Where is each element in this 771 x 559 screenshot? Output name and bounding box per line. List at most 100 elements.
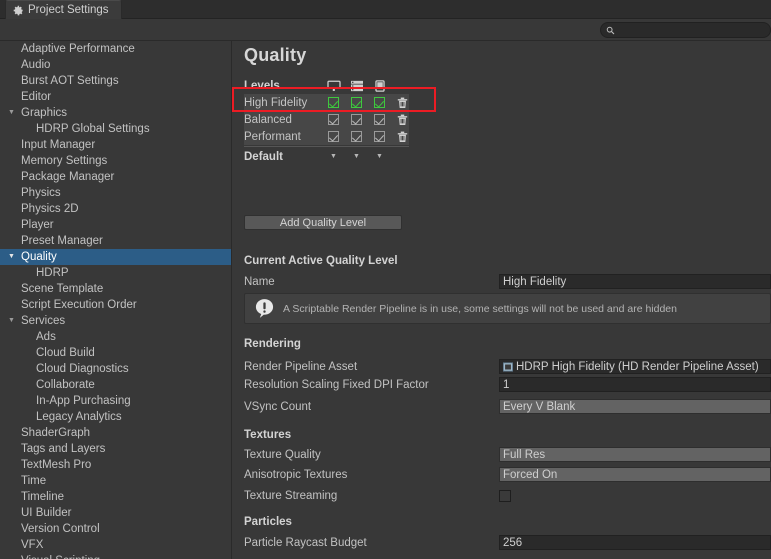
vsync-count-dropdown[interactable]: Every V Blank	[499, 399, 771, 414]
notice-text: A Scriptable Render Pipeline is in use, …	[283, 302, 677, 315]
anisotropic-textures-dropdown[interactable]: Forced On	[499, 467, 771, 482]
warning-exclamation-icon	[254, 298, 275, 319]
desktop-monitor-icon[interactable]	[322, 80, 345, 92]
server-rack-icon[interactable]	[345, 80, 368, 92]
checkbox-glyph	[351, 97, 362, 108]
sidebar-item-input-manager[interactable]: Input Manager	[0, 137, 231, 153]
mobile-device-icon[interactable]	[368, 79, 391, 92]
sidebar-item-package-manager[interactable]: Package Manager	[0, 169, 231, 185]
sidebar-item-ads[interactable]: Ads	[0, 329, 231, 345]
sidebar-item-cloud-diagnostics[interactable]: Cloud Diagnostics	[0, 361, 231, 377]
vsync-count-row: VSync Count Every V Blank	[244, 398, 771, 415]
sidebar-item-time[interactable]: Time	[0, 473, 231, 489]
render-pipeline-asset-value: HDRP High Fidelity (HD Render Pipeline A…	[516, 360, 759, 373]
dpi-factor-input[interactable]: 1	[499, 377, 771, 392]
texture-streaming-checkbox[interactable]	[499, 489, 511, 502]
sidebar-item-preset-manager[interactable]: Preset Manager	[0, 233, 231, 249]
sidebar-item-hdrp[interactable]: HDRP	[0, 265, 231, 281]
sidebar-item-version-control[interactable]: Version Control	[0, 521, 231, 537]
quality-level-platform-checkbox[interactable]	[368, 97, 391, 108]
quality-level-name: Performant	[244, 130, 301, 143]
chevron-down-icon[interactable]: ▼	[6, 249, 17, 265]
sidebar-item-label: Graphics	[21, 107, 68, 119]
chevron-down-icon[interactable]: ▼	[6, 105, 17, 121]
search-toolbar	[0, 19, 771, 41]
render-pipeline-asset-field[interactable]: HDRP High Fidelity (HD Render Pipeline A…	[499, 359, 771, 374]
sidebar-item-timeline[interactable]: Timeline	[0, 489, 231, 505]
search-field-container[interactable]	[600, 22, 771, 38]
sidebar-item-editor[interactable]: Editor	[0, 89, 231, 105]
sidebar-item-player[interactable]: Player	[0, 217, 231, 233]
sidebar-item-label: Preset Manager	[21, 235, 103, 247]
chevron-down-icon[interactable]: ▼	[6, 313, 17, 329]
checkbox-glyph	[374, 114, 385, 125]
sidebar-item-ui-builder[interactable]: UI Builder	[0, 505, 231, 521]
sidebar-item-services[interactable]: ▼ Services	[0, 313, 231, 329]
sidebar-item-hdrp-global-settings[interactable]: HDRP Global Settings	[0, 121, 231, 137]
sidebar-item-quality[interactable]: ▼ Quality	[0, 249, 231, 265]
sidebar-item-visual-scripting[interactable]: Visual Scripting	[0, 553, 231, 559]
sidebar-item-scene-template[interactable]: Scene Template	[0, 281, 231, 297]
quality-level-platform-checkbox[interactable]	[368, 131, 391, 142]
sidebar-item-memory-settings[interactable]: Memory Settings	[0, 153, 231, 169]
quality-level-platform-checkbox[interactable]	[368, 114, 391, 125]
sidebar-item-in-app-purchasing[interactable]: In-App Purchasing	[0, 393, 231, 409]
quality-level-row[interactable]: Performant	[244, 128, 409, 145]
settings-category-list[interactable]: Adaptive Performance Audio Burst AOT Setti…	[0, 41, 232, 559]
search-input[interactable]	[619, 23, 759, 37]
sidebar-item-physics[interactable]: Physics	[0, 185, 231, 201]
default-dropdown-desktop[interactable]: ▼	[322, 153, 345, 160]
trash-icon[interactable]	[391, 114, 414, 126]
levels-divider	[244, 146, 409, 147]
sidebar-item-textmesh-pro[interactable]: TextMesh Pro	[0, 457, 231, 473]
quality-level-platform-checkbox[interactable]	[322, 114, 345, 125]
asset-icon	[503, 361, 513, 372]
sidebar-item-label: Scene Template	[21, 283, 104, 295]
sidebar-item-cloud-build[interactable]: Cloud Build	[0, 345, 231, 361]
sidebar-item-burst-aot-settings[interactable]: Burst AOT Settings	[0, 73, 231, 89]
anisotropic-textures-row: Anisotropic Textures Forced On	[244, 466, 771, 483]
sidebar-item-audio[interactable]: Audio	[0, 57, 231, 73]
sidebar-item-physics-2d[interactable]: Physics 2D	[0, 201, 231, 217]
name-input[interactable]: High Fidelity	[499, 274, 771, 289]
sidebar-item-shadergraph[interactable]: ShaderGraph	[0, 425, 231, 441]
add-quality-level-button[interactable]: Add Quality Level	[244, 215, 402, 230]
trash-icon[interactable]	[391, 131, 414, 143]
sidebar-item-label: Cloud Diagnostics	[36, 363, 129, 375]
quality-level-row[interactable]: High Fidelity	[244, 94, 409, 111]
sidebar-item-vfx[interactable]: VFX	[0, 537, 231, 553]
default-dropdown-mobile[interactable]: ▼	[368, 153, 391, 160]
quality-settings-panel: Quality Levels High Fidelity Balanced Pe…	[233, 41, 771, 559]
sidebar-item-label: Package Manager	[21, 171, 115, 183]
sidebar-item-label: Burst AOT Settings	[21, 75, 119, 87]
sidebar-item-label: VFX	[21, 539, 44, 551]
quality-level-platform-checkbox[interactable]	[322, 97, 345, 108]
sidebar-item-label: Audio	[21, 59, 51, 71]
sidebar-item-tags-and-layers[interactable]: Tags and Layers	[0, 441, 231, 457]
checkbox-glyph	[374, 97, 385, 108]
sidebar-item-collaborate[interactable]: Collaborate	[0, 377, 231, 393]
sidebar-item-script-execution-order[interactable]: Script Execution Order	[0, 297, 231, 313]
sidebar-item-graphics[interactable]: ▼ Graphics	[0, 105, 231, 121]
quality-level-row[interactable]: Balanced	[244, 111, 409, 128]
chevron-down-icon: ▼	[353, 153, 360, 160]
sidebar-item-label: Editor	[21, 91, 52, 103]
quality-level-platform-checkbox[interactable]	[345, 131, 368, 142]
quality-level-platform-checkbox[interactable]	[345, 97, 368, 108]
trash-icon[interactable]	[391, 97, 414, 109]
sidebar-item-legacy-analytics[interactable]: Legacy Analytics	[0, 409, 231, 425]
quality-level-platform-checkbox[interactable]	[345, 114, 368, 125]
tab-project-settings[interactable]: Project Settings	[5, 0, 122, 19]
texture-quality-dropdown[interactable]: Full Res	[499, 447, 771, 462]
sidebar-item-adaptive-performance[interactable]: Adaptive Performance	[0, 41, 231, 57]
chevron-down-icon: ▼	[330, 153, 337, 160]
sidebar-item-label: Physics 2D	[21, 203, 79, 215]
current-active-quality-level-heading: Current Active Quality Level	[244, 255, 398, 267]
dpi-factor-label: Resolution Scaling Fixed DPI Factor	[244, 378, 429, 391]
checkbox-glyph	[328, 97, 339, 108]
sidebar-item-label: Version Control	[21, 523, 100, 535]
quality-levels-table: Levels High Fidelity Balanced Performant…	[244, 77, 419, 165]
particle-raycast-budget-input[interactable]: 256	[499, 535, 771, 550]
quality-level-platform-checkbox[interactable]	[322, 131, 345, 142]
default-dropdown-server[interactable]: ▼	[345, 153, 368, 160]
